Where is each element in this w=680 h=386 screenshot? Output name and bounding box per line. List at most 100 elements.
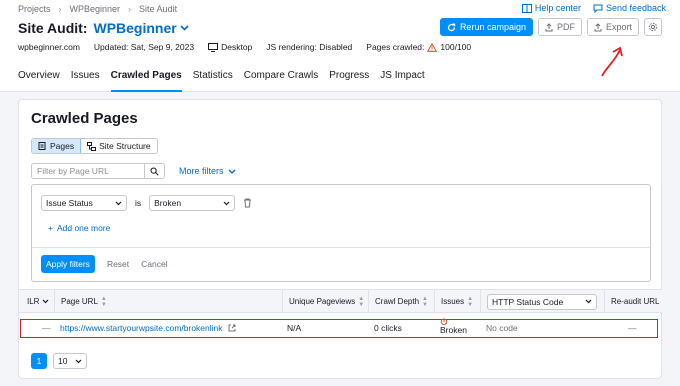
more-filters-button[interactable]: More filters bbox=[179, 166, 236, 176]
send-feedback-label: Send feedback bbox=[605, 3, 666, 13]
col-page-url-label: Page URL bbox=[61, 297, 98, 306]
project-selector[interactable]: WPBeginner bbox=[93, 20, 189, 36]
tab-js-impact[interactable]: JS Impact bbox=[380, 70, 424, 92]
more-filters-label: More filters bbox=[179, 166, 224, 176]
col-reaudit: Re-audit URL bbox=[604, 290, 662, 313]
chevron-down-icon bbox=[223, 201, 230, 205]
refresh-icon bbox=[447, 23, 456, 31]
col-page-url[interactable]: Page URL ▲ ▼ bbox=[54, 290, 282, 313]
row-issue-label: Broken bbox=[440, 324, 467, 335]
add-filter-button[interactable]: + Add one more bbox=[48, 223, 110, 233]
add-filter-label: Add one more bbox=[56, 223, 111, 233]
help-center-label: Help center bbox=[534, 3, 581, 13]
view-pages-label: Pages bbox=[50, 141, 75, 151]
page-button-1[interactable]: 1 bbox=[31, 353, 47, 369]
audit-meta: wpbeginner.com Updated: Sat, Sep 9, 2023… bbox=[18, 42, 471, 52]
rerun-campaign-button[interactable]: Rerun campaign bbox=[439, 18, 533, 36]
desktop-icon bbox=[208, 42, 219, 52]
sort-icon: ▲ ▼ bbox=[100, 295, 107, 308]
row-issue[interactable]: Broken bbox=[440, 318, 467, 334]
per-page-select[interactable]: 10 bbox=[53, 353, 88, 369]
chevron-down-icon bbox=[228, 169, 235, 174]
panel-divider bbox=[32, 247, 650, 248]
chevron-down-icon bbox=[585, 299, 592, 304]
chevron-right-icon: › bbox=[128, 4, 132, 14]
chevron-down-icon bbox=[180, 25, 189, 31]
tab-compare-crawls[interactable]: Compare Crawls bbox=[244, 70, 318, 92]
http-status-label: HTTP Status Code bbox=[492, 296, 564, 307]
filter-value: Broken bbox=[154, 198, 182, 208]
pages-crawled-label: Pages crawled: bbox=[366, 42, 425, 52]
rerun-label: Rerun campaign bbox=[459, 22, 526, 32]
sort-icon: ▲ ▼ bbox=[358, 295, 365, 308]
col-ilr-label: ILR bbox=[27, 297, 40, 306]
tab-overview[interactable]: Overview bbox=[18, 70, 60, 92]
gear-icon bbox=[648, 22, 658, 32]
table-header: ILR Page URL ▲ ▼ Unique Pageviews ▲ ▼ Craw… bbox=[19, 289, 662, 313]
header-bar: Projects › WPBeginner › Site Audit Help … bbox=[0, 0, 680, 92]
pages-crawled: Pages crawled: 100/100 bbox=[366, 42, 471, 52]
filter-operator: is bbox=[135, 198, 142, 208]
filter-field-select[interactable]: Issue Status bbox=[41, 195, 127, 211]
view-structure-label: Site Structure bbox=[99, 141, 151, 151]
plus-icon: + bbox=[48, 223, 53, 233]
row-status: No code bbox=[486, 323, 518, 333]
tab-statistics[interactable]: Statistics bbox=[193, 70, 233, 92]
external-link-icon bbox=[228, 324, 236, 332]
send-feedback-link[interactable]: Send feedback bbox=[593, 3, 666, 13]
col-unique-pageviews-label: Unique Pageviews bbox=[289, 297, 356, 306]
view-pages-button[interactable]: Pages bbox=[32, 139, 82, 153]
export-button[interactable]: Export bbox=[586, 18, 639, 36]
filter-value-select[interactable]: Broken bbox=[149, 195, 236, 211]
row-ilr: — bbox=[42, 323, 51, 333]
table-row[interactable]: — https://www.startyourwpsite.com/broken… bbox=[20, 318, 658, 338]
pagination: 1 10 bbox=[31, 353, 88, 369]
breadcrumb-project[interactable]: WPBeginner bbox=[70, 4, 121, 14]
tab-issues[interactable]: Issues bbox=[71, 70, 100, 92]
settings-button[interactable] bbox=[644, 18, 662, 36]
row-reaudit[interactable]: — bbox=[628, 320, 637, 336]
upload-icon bbox=[545, 22, 553, 31]
apply-filters-button[interactable]: Apply filters bbox=[41, 255, 95, 273]
col-unique-pageviews[interactable]: Unique Pageviews ▲ ▼ bbox=[282, 290, 368, 313]
trash-icon[interactable] bbox=[243, 198, 252, 208]
search-button[interactable] bbox=[145, 163, 165, 179]
book-icon bbox=[521, 3, 532, 13]
row-url: https://www.startyourwpsite.com/brokenli… bbox=[60, 323, 223, 333]
per-page-value: 10 bbox=[58, 356, 68, 366]
view-structure-button[interactable]: Site Structure bbox=[81, 139, 157, 153]
chevron-right-icon: › bbox=[58, 4, 62, 14]
cancel-button[interactable]: Cancel bbox=[141, 259, 167, 269]
project-name: WPBeginner bbox=[93, 20, 177, 36]
sitemap-icon bbox=[87, 141, 97, 151]
breadcrumb-current: Site Audit bbox=[139, 4, 178, 14]
device-info: Desktop bbox=[208, 42, 252, 52]
help-center-link[interactable]: Help center bbox=[521, 3, 581, 13]
col-crawl-depth[interactable]: Crawl Depth ▲ ▼ bbox=[368, 290, 434, 313]
annotation-arrow bbox=[601, 46, 623, 77]
search-icon bbox=[150, 167, 159, 176]
pdf-label: PDF bbox=[556, 22, 575, 32]
row-crawl-depth: 0 clicks bbox=[374, 323, 402, 333]
reset-button[interactable]: Reset bbox=[107, 259, 129, 269]
device-label: Desktop bbox=[221, 42, 253, 52]
sort-down-icon bbox=[43, 299, 49, 304]
pages-icon bbox=[38, 141, 46, 150]
row-url-link[interactable]: https://www.startyourwpsite.com/brokenli… bbox=[60, 320, 236, 336]
domain-label: wpbeginner.com bbox=[18, 42, 80, 52]
col-ilr[interactable]: ILR bbox=[27, 290, 49, 313]
col-issues[interactable]: Issues ▲ ▼ bbox=[434, 290, 480, 313]
breadcrumb-projects[interactable]: Projects bbox=[18, 4, 51, 14]
pdf-button[interactable]: PDF bbox=[537, 18, 582, 36]
filter-field-value: Issue Status bbox=[46, 198, 93, 208]
chat-icon bbox=[593, 4, 603, 13]
page-url-search-input[interactable]: Filter by Page URL bbox=[31, 163, 145, 179]
warning-icon bbox=[427, 42, 438, 52]
tab-progress[interactable]: Progress bbox=[329, 70, 369, 92]
http-status-select[interactable]: HTTP Status Code bbox=[487, 293, 597, 310]
col-issues-label: Issues bbox=[441, 297, 465, 306]
col-reaudit-label: Re-audit URL bbox=[611, 297, 660, 306]
tab-crawled-pages[interactable]: Crawled Pages bbox=[110, 70, 182, 92]
col-http-status: HTTP Status Code bbox=[480, 290, 604, 313]
crawled-pages-card: Crawled Pages Pages Site Structure Filte… bbox=[18, 99, 662, 379]
